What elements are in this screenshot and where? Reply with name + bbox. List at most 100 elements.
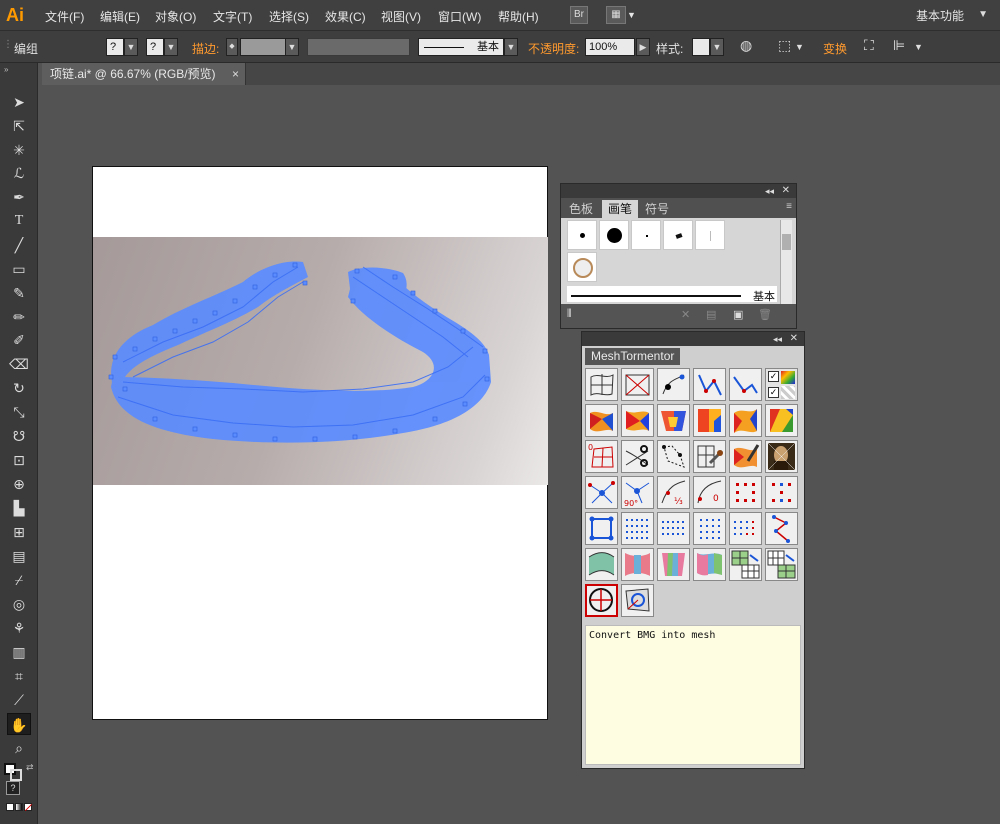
brush-item[interactable]: [567, 220, 597, 250]
lasso-tool-icon[interactable]: ℒ: [7, 162, 31, 184]
art-brush-item[interactable]: [567, 252, 597, 282]
eyedropper-tool-icon[interactable]: ⌿: [7, 569, 31, 591]
stroke-dropdown-icon[interactable]: ▼: [164, 38, 178, 56]
mesh-image-warp-icon[interactable]: [621, 584, 654, 617]
mesh-rotate-90-icon[interactable]: 90°: [621, 476, 654, 509]
line-tool-icon[interactable]: ╱: [7, 234, 31, 256]
mesh-tool-icon[interactable]: ⊞: [7, 521, 31, 543]
opacity-field[interactable]: 100%: [585, 38, 635, 56]
eraser-tool-icon[interactable]: ⌫: [7, 353, 31, 375]
mesh-flag-warp-icon[interactable]: [693, 548, 726, 581]
mesh-envelope-icon[interactable]: [621, 368, 654, 401]
brush-item[interactable]: [631, 220, 661, 250]
swap-fill-stroke-icon[interactable]: ⇄: [26, 762, 34, 773]
blob-brush-tool-icon[interactable]: ✐: [7, 329, 31, 351]
stroke-color-icon[interactable]: [10, 769, 22, 781]
graphic-style-swatch[interactable]: [692, 38, 710, 56]
transform-link[interactable]: 变换: [823, 40, 847, 57]
menu-select[interactable]: 选择(S): [269, 8, 309, 25]
gradient-tool-icon[interactable]: ▤: [7, 545, 31, 567]
tab-brushes[interactable]: 画笔: [602, 200, 639, 218]
menu-edit[interactable]: 编辑(E): [100, 8, 140, 25]
mesh-convert-bmg-icon[interactable]: [585, 584, 618, 617]
brushes-menu-icon[interactable]: ≡: [786, 201, 792, 212]
fill-swatch[interactable]: ?: [106, 38, 124, 56]
brushes-collapse-icon[interactable]: ◂◂: [765, 184, 774, 198]
mesh-arc-warp-icon[interactable]: [585, 548, 618, 581]
bridge-button[interactable]: Br: [570, 6, 588, 24]
brush-options-icon[interactable]: ▤: [706, 308, 716, 321]
menu-type[interactable]: 文字(T): [213, 8, 252, 25]
meshtormentor-panel-header[interactable]: ◂◂ ✕: [582, 332, 804, 346]
necklace-image[interactable]: [93, 237, 548, 485]
mesh-node-edit-icon[interactable]: [657, 368, 690, 401]
new-brush-icon[interactable]: ▣: [733, 308, 743, 321]
brush-item[interactable]: [599, 220, 629, 250]
brush-list-scrollbar[interactable]: [780, 220, 792, 304]
stroke-weight-field[interactable]: [240, 38, 286, 56]
arrange-dropdown-icon[interactable]: ▼: [627, 10, 636, 20]
mesh-path-edit-icon[interactable]: [729, 368, 762, 401]
align-dropdown-icon[interactable]: ▼: [795, 42, 804, 52]
meshtormentor-tab[interactable]: MeshTormentor: [585, 348, 681, 365]
brush-item[interactable]: [695, 220, 725, 250]
brushes-panel-header[interactable]: ◂◂ ✕: [561, 184, 796, 198]
tools-collapse-icon[interactable]: »: [4, 65, 8, 74]
mesh-split-grid-icon[interactable]: [729, 548, 762, 581]
workspace-dropdown-icon[interactable]: ▼: [978, 9, 988, 20]
none-mode-icon[interactable]: [24, 803, 33, 812]
mesh-cut-icon[interactable]: [621, 440, 654, 473]
type-tool-icon[interactable]: T: [7, 210, 31, 232]
menu-help[interactable]: 帮助(H): [498, 8, 539, 25]
mesh-bulge-warp-icon[interactable]: [657, 548, 690, 581]
menu-window[interactable]: 窗口(W): [438, 8, 481, 25]
mesh-pinch-warp-icon[interactable]: [621, 548, 654, 581]
mesh-grid-mixed-icon[interactable]: [729, 512, 762, 545]
brushes-close-icon[interactable]: ✕: [782, 184, 790, 198]
slice-tool-icon[interactable]: ⟋: [7, 689, 31, 711]
column-graph-tool-icon[interactable]: ▥: [7, 641, 31, 663]
gradient-mode-icon[interactable]: [15, 803, 23, 811]
graphic-style-dropdown-icon[interactable]: ▼: [710, 38, 724, 56]
rectangle-tool-icon[interactable]: ▭: [7, 258, 31, 280]
scale-tool-icon[interactable]: ⤡: [7, 401, 31, 423]
perspective-grid-tool-icon[interactable]: ▙: [7, 497, 31, 519]
artboard[interactable]: [92, 166, 548, 720]
warp-tool-icon[interactable]: ☋: [7, 425, 31, 447]
mesh-node-spread-icon[interactable]: [585, 476, 618, 509]
mesh-gradient-wave-icon[interactable]: [693, 404, 726, 437]
opacity-dropdown-icon[interactable]: ▶: [636, 38, 650, 56]
menu-file[interactable]: 文件(F): [45, 8, 84, 25]
mesh-grid-angle-icon[interactable]: 0: [585, 440, 618, 473]
stroke-label[interactable]: 描边:: [192, 40, 219, 57]
free-transform-tool-icon[interactable]: ⊡: [7, 449, 31, 471]
menu-object[interactable]: 对象(O): [155, 8, 196, 25]
mesh-path-select-icon[interactable]: [693, 368, 726, 401]
mesh-gradient-warp-icon[interactable]: [585, 404, 618, 437]
mesh-color-toggle-icon[interactable]: ✓ ✓: [765, 368, 798, 401]
tab-swatches[interactable]: 色板: [563, 200, 599, 218]
hand-tool-icon[interactable]: ✋: [7, 713, 31, 735]
brush-definition-field[interactable]: 基本: [418, 38, 504, 56]
mesh-merge-grid-icon[interactable]: [765, 548, 798, 581]
mesh-grid-columns-icon[interactable]: [693, 512, 726, 545]
mesh-points-select-icon[interactable]: [765, 476, 798, 509]
mesh-gradient-skew-icon[interactable]: [765, 404, 798, 437]
arrange-documents-icon[interactable]: ▦: [606, 6, 626, 24]
mesh-outline-path-icon[interactable]: [657, 440, 690, 473]
recolor-artwork-icon[interactable]: ◍: [740, 37, 752, 54]
stroke-swatch[interactable]: ?: [146, 38, 164, 56]
mesh-points-grid-icon[interactable]: [729, 476, 762, 509]
opacity-label[interactable]: 不透明度:: [528, 40, 579, 57]
delete-brush-icon[interactable]: 🗑: [758, 308, 772, 321]
menu-effect[interactable]: 效果(C): [325, 8, 366, 25]
variable-width-profile[interactable]: [307, 38, 410, 56]
mesh-grid-rows-icon[interactable]: [657, 512, 690, 545]
control-panel-options-icon[interactable]: ⊫: [893, 37, 905, 54]
mesh-path-nodes-icon[interactable]: [765, 512, 798, 545]
mesh-recolor-icon[interactable]: [693, 440, 726, 473]
brush-libraries-icon[interactable]: ⫴: [567, 308, 572, 321]
document-tab[interactable]: 项链.ai* @ 66.67% (RGB/预览) ×: [42, 63, 246, 85]
stroke-weight-stepper[interactable]: ◆: [226, 38, 238, 56]
mesh-bounding-nodes-icon[interactable]: [585, 512, 618, 545]
